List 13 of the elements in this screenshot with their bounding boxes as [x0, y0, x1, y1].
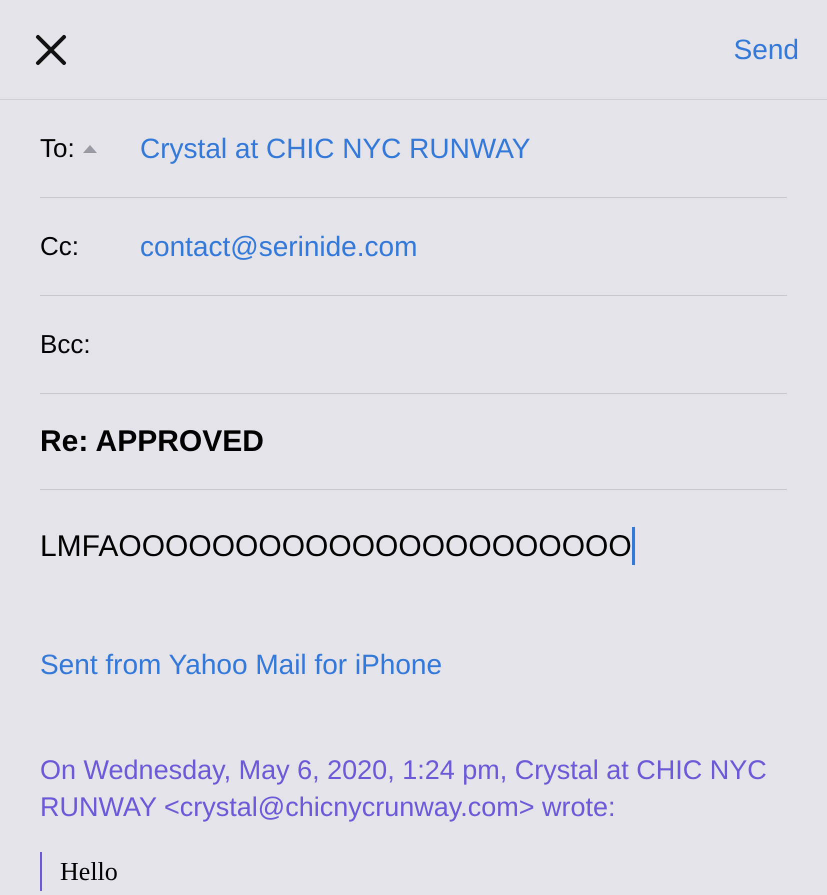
recipient-field[interactable]: contact@serinide.com: [140, 226, 418, 268]
send-button[interactable]: Send: [734, 28, 799, 70]
message-body[interactable]: LMFAOOOOOOOOOOOOOOOOOOOOOO: [40, 524, 632, 568]
quoted-text: Hello: [60, 857, 118, 886]
signature-link[interactable]: Sent from Yahoo Mail for iPhone: [40, 644, 787, 686]
quote-header: On Wednesday, May 6, 2020, 1:24 pm, Crystal at CHIC NYC RUNWAY <crystal@chicnycrunway.com> wrote:: [40, 754, 768, 824]
text-cursor: [632, 527, 635, 565]
field-label: Bcc:: [40, 328, 91, 361]
field-label: To:: [40, 132, 75, 165]
close-icon[interactable]: [34, 32, 68, 66]
field-label: Cc:: [40, 230, 79, 263]
recipient-field[interactable]: Crystal at CHIC NYC RUNWAY: [140, 128, 530, 170]
subject-field[interactable]: Re: APPROVED: [40, 419, 264, 464]
